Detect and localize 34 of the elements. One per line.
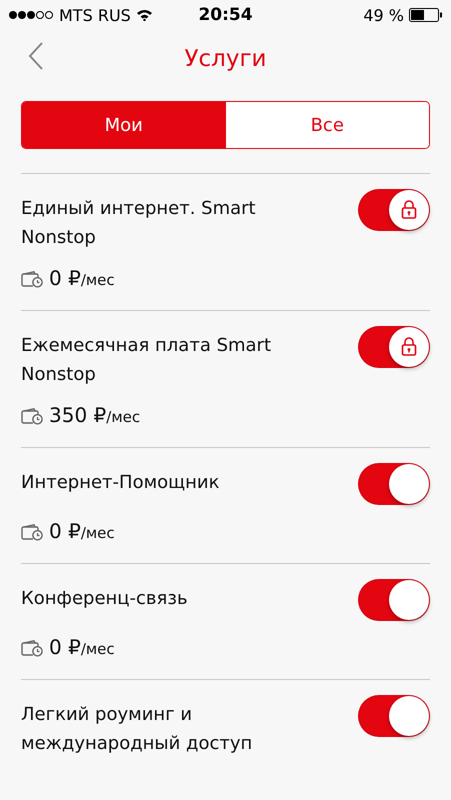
- chevron-left-icon: [28, 42, 44, 70]
- price-amount: 350 ₽: [49, 403, 106, 427]
- wallet-clock-icon: [21, 640, 43, 656]
- service-name: Интернет-Помощник: [21, 471, 220, 495]
- price-unit: /мес: [80, 640, 115, 658]
- carrier-name: MTS RUS: [59, 6, 131, 24]
- service-toggle[interactable]: [358, 189, 430, 231]
- segment-tab[interactable]: Все: [226, 102, 429, 148]
- service-toggle[interactable]: [358, 579, 430, 621]
- screen-title: Услуги: [184, 46, 266, 72]
- service-toggle[interactable]: [358, 326, 430, 368]
- wifi-icon: [136, 9, 153, 21]
- battery-percent: 49 %: [363, 6, 404, 24]
- price-unit: /мес: [80, 524, 115, 542]
- service-name: Легкий роуминг и международный доступ: [21, 703, 254, 756]
- wallet-clock-icon: [21, 408, 43, 424]
- lock-icon: [401, 337, 417, 357]
- segment-tab[interactable]: Мои: [22, 102, 226, 148]
- price-unit: /мес: [106, 408, 140, 426]
- signal-icon: [8, 10, 54, 20]
- price-amount: 0 ₽: [49, 519, 81, 543]
- service-name: Конференц-связь: [21, 587, 188, 611]
- price-unit: /мес: [80, 271, 115, 289]
- price-amount: 0 ₽: [49, 266, 81, 290]
- status-time: 20:54: [198, 5, 253, 25]
- wallet-clock-icon: [21, 270, 43, 288]
- battery-icon: [409, 8, 443, 22]
- service-name: Единый интернет. Smart Nonstop: [21, 197, 257, 250]
- wallet-clock-icon: [21, 524, 43, 540]
- lock-icon: [401, 200, 417, 220]
- price-amount: 0 ₽: [49, 635, 81, 659]
- service-name: Ежемесячная плата Smart Nonstop: [21, 334, 272, 387]
- service-toggle[interactable]: [358, 463, 430, 505]
- service-toggle[interactable]: [358, 695, 430, 737]
